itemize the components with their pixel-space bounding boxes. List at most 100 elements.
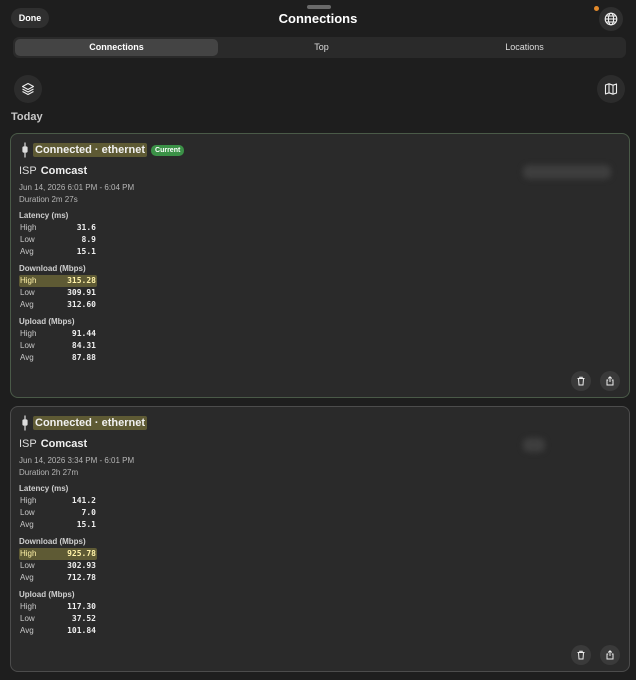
layers-icon [21,82,35,96]
metric-row-avg: Avg 712.78 [19,572,97,584]
metric-row-high: High 141.2 [19,495,97,507]
latency-metric: Latency (ms) High 31.6 Low 8.9 Avg 15.1 [19,210,97,258]
row-value: 309.91 [67,288,96,297]
time-range: Jun 14, 2026 6:01 PM - 6:04 PM [19,183,135,192]
metric-row-low: Low 84.31 [19,340,97,352]
connection-title: Connected · ethernet [33,143,148,157]
section-header-today: Today [11,111,43,123]
duration: Duration 2h 27m [19,468,79,477]
metric-title: Latency (ms) [19,211,69,220]
metric-row-avg: Avg 101.84 [19,625,97,637]
metric-row-avg: Avg 87.88 [19,352,97,364]
row-label: High [20,276,37,285]
row-label: Low [20,235,35,244]
download-metric: Download (Mbps) High 315.28 Low 309.91 Avg… [19,263,97,311]
time-range: Jun 14, 2026 3:34 PM - 6:01 PM [19,456,135,465]
row-value: 8.9 [81,235,96,244]
map-button[interactable] [597,75,625,103]
row-value: 37.52 [71,614,96,623]
metric-title: Upload (Mbps) [19,317,75,326]
row-label: High [20,602,37,611]
download-metric: Download (Mbps) High 925.78 Low 302.93 Avg… [19,536,97,584]
row-value: 315.28 [67,276,96,285]
share-button[interactable] [600,371,620,391]
delete-button[interactable] [571,645,591,665]
redacted-ip [523,165,611,179]
row-label: Low [20,508,35,517]
upload-metric: Upload (Mbps) High 117.30 Low 37.52 Avg 101… [19,589,97,637]
row-value: 712.78 [67,573,96,582]
tab-locations[interactable]: Locations [423,37,626,58]
metric-row-low: Low 309.91 [19,287,97,299]
connection-header: Connected · ethernet [20,415,148,431]
row-label: Avg [20,300,34,309]
isp-value: Comcast [40,438,88,450]
metric-row-high: High 925.78 [19,548,97,560]
row-label: Avg [20,573,34,582]
page-title: Connections [278,11,358,26]
metric-row-low: Low 37.52 [19,613,97,625]
layers-button[interactable] [14,75,42,103]
share-icon [606,650,614,660]
row-label: High [20,223,37,232]
redacted-ip [523,438,545,452]
current-badge: Current [151,144,185,156]
row-value: 925.78 [67,549,96,558]
row-value: 15.1 [76,520,96,529]
globe-icon [604,12,618,26]
map-icon [604,83,618,95]
row-label: Avg [20,247,34,256]
connection-header: Connected · ethernet Current [20,142,185,158]
metric-title: Latency (ms) [19,484,69,493]
metric-row-low: Low 8.9 [19,234,97,246]
ethernet-plug-icon [22,415,28,431]
notification-dot [594,6,599,11]
row-value: 101.84 [67,626,96,635]
row-value: 7.0 [81,508,96,517]
metric-row-low: Low 302.93 [19,560,97,572]
connection-card[interactable]: Connected · ethernet ISP Comcast Jun 14, … [10,406,630,672]
row-label: High [20,329,37,338]
metric-row-avg: Avg 15.1 [19,246,97,258]
metric-row-avg: Avg 312.60 [19,299,97,311]
share-button[interactable] [600,645,620,665]
row-label: Low [20,614,35,623]
trash-icon [577,376,585,386]
row-value: 87.88 [71,353,96,362]
metric-row-high: High 117.30 [19,601,97,613]
tab-control: Connections Top Locations [13,37,626,58]
row-label: Avg [20,520,34,529]
globe-button[interactable] [599,7,623,31]
isp-row: ISP Comcast [19,438,87,450]
metric-row-high: High 31.6 [19,222,97,234]
row-label: High [20,496,37,505]
row-value: 302.93 [67,561,96,570]
upload-metric: Upload (Mbps) High 91.44 Low 84.31 Avg 87.8… [19,316,97,364]
isp-value: Comcast [40,165,88,177]
row-label: Avg [20,353,34,362]
isp-row: ISP Comcast [19,165,87,177]
tab-top[interactable]: Top [220,37,423,58]
row-label: High [20,549,37,558]
latency-metric: Latency (ms) High 141.2 Low 7.0 Avg 15.1 [19,483,97,531]
trash-icon [577,650,585,660]
ethernet-plug-icon [22,142,28,158]
header-bar: Done Connections [0,0,636,36]
connection-title: Connected · ethernet [33,416,148,430]
duration: Duration 2m 27s [19,195,78,204]
metric-title: Upload (Mbps) [19,590,75,599]
row-value: 31.6 [76,223,96,232]
tab-connections[interactable]: Connections [15,39,218,56]
connection-card[interactable]: Connected · ethernet Current ISP Comcast … [10,133,630,398]
row-label: Low [20,561,35,570]
row-value: 91.44 [71,329,96,338]
row-value: 117.30 [67,602,96,611]
row-value: 141.2 [71,496,96,505]
row-value: 15.1 [76,247,96,256]
share-icon [606,376,614,386]
metric-row-low: Low 7.0 [19,507,97,519]
row-label: Avg [20,626,34,635]
delete-button[interactable] [571,371,591,391]
row-label: Low [20,341,35,350]
metric-row-avg: Avg 15.1 [19,519,97,531]
